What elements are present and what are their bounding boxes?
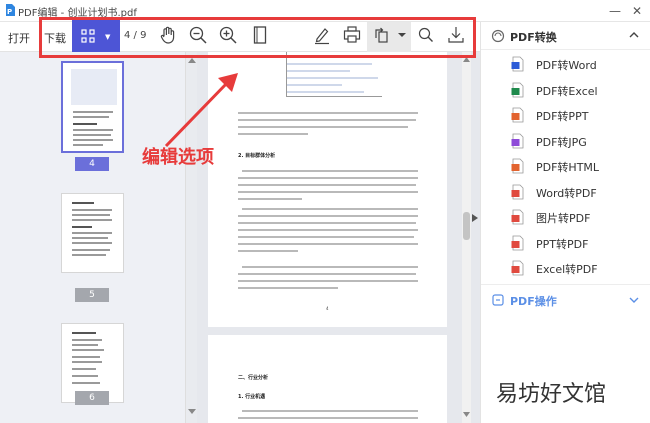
section-title: 二、行业分析	[238, 375, 269, 381]
thumbnail-page-4[interactable]	[61, 61, 124, 153]
annotation-label: 编辑选项	[142, 147, 214, 168]
download-button[interactable]: 下载	[44, 30, 66, 46]
open-button[interactable]: 打开	[8, 30, 30, 46]
page-chart	[268, 52, 386, 102]
page-indicator: 4 / 9	[124, 30, 147, 41]
watermark-text: 易坊好文馆	[496, 382, 607, 407]
print-icon[interactable]	[341, 24, 363, 46]
file-format-icon	[511, 235, 524, 250]
app-logo-icon: P	[6, 4, 15, 16]
convert-item[interactable]: PDF转PPT	[481, 102, 650, 128]
panel-divider	[481, 284, 650, 285]
annotation-arrow-icon	[164, 73, 238, 148]
convert-item[interactable]: Excel转PDF	[481, 255, 650, 281]
thumbnail-view-button[interactable]: ▼	[72, 18, 120, 54]
pdf-convert-header[interactable]: PDF转换	[481, 22, 650, 50]
file-format-icon	[511, 209, 524, 225]
convert-item-label: 图片转PDF	[536, 212, 591, 225]
expand-panel-icon[interactable]	[472, 214, 478, 222]
zoom-out-icon[interactable]	[187, 24, 209, 46]
pdf-operations-header[interactable]: PDF操作	[481, 288, 650, 312]
svg-text:P: P	[7, 8, 12, 16]
collapse-down-icon	[188, 409, 196, 414]
document-scrollbar[interactable]	[462, 52, 471, 423]
document-page-5: 二、行业分析 1. 行业机遇	[208, 335, 447, 423]
thumbnail-chart-preview	[71, 69, 117, 105]
convert-item-label: PDF转Word	[536, 59, 597, 72]
chevron-up-icon	[629, 32, 639, 38]
convert-item-label: PPT转PDF	[536, 237, 589, 251]
thumbnail-page-number: 5	[75, 288, 109, 302]
file-format-icon	[511, 133, 524, 148]
thumbnail-page-number: 6	[75, 391, 109, 405]
operations-icon	[492, 294, 504, 306]
convert-item-label: PDF转PPT	[536, 110, 589, 123]
convert-item-label: PDF转HTML	[536, 161, 600, 174]
rotate-page-icon[interactable]	[370, 24, 392, 46]
close-button[interactable]: ✕	[628, 2, 646, 20]
convert-item[interactable]: PDF转HTML	[481, 153, 650, 179]
convert-item[interactable]: PPT转PDF	[481, 230, 650, 256]
convert-item-label: Word转PDF	[536, 186, 597, 200]
minimize-button[interactable]: —	[606, 2, 624, 20]
page-number: 4	[326, 306, 329, 311]
pdf-operations-label: PDF操作	[510, 295, 557, 308]
subsection-title: 1. 行业机遇	[238, 394, 266, 400]
convert-item[interactable]: PDF转Word	[481, 51, 650, 77]
window-title: PDF编辑 - 创业计划书.pdf	[18, 8, 137, 19]
chevron-down-icon[interactable]	[396, 24, 408, 46]
convert-item-label: PDF转JPG	[536, 135, 587, 149]
file-format-icon	[511, 56, 524, 72]
section-title: 2. 目标群体分析	[238, 153, 276, 159]
convert-item-label: PDF转Excel	[536, 84, 598, 98]
zoom-in-icon[interactable]	[217, 24, 239, 46]
convert-item-label: Excel转PDF	[536, 263, 598, 276]
hand-tool-icon[interactable]	[157, 24, 179, 46]
fit-page-icon[interactable]	[249, 24, 271, 46]
scroll-up-icon[interactable]	[463, 56, 470, 62]
scrollbar-thumb[interactable]	[463, 212, 470, 240]
signature-pen-icon[interactable]	[311, 24, 333, 46]
file-format-icon	[511, 107, 524, 123]
thumbnail-page-5[interactable]	[61, 193, 124, 273]
scroll-down-icon[interactable]	[463, 412, 470, 418]
file-format-icon	[511, 82, 524, 97]
convert-item[interactable]: Word转PDF	[481, 179, 650, 205]
chevron-down-icon	[629, 297, 639, 303]
download-icon[interactable]	[445, 24, 467, 46]
file-format-icon	[511, 184, 524, 199]
collapse-up-icon	[188, 58, 196, 63]
convert-item[interactable]: 图片转PDF	[481, 204, 650, 230]
document-page-4: 2. 目标群体分析 4	[208, 52, 447, 327]
convert-icon	[491, 29, 505, 43]
file-format-icon	[511, 158, 524, 174]
chevron-down-icon: ▼	[105, 33, 111, 41]
convert-item[interactable]: PDF转Excel	[481, 77, 650, 103]
file-format-icon	[511, 260, 524, 276]
grid-icon	[81, 29, 95, 43]
convert-item[interactable]: PDF转JPG	[481, 128, 650, 154]
pdf-convert-label: PDF转换	[510, 31, 557, 44]
thumbnail-page-number: 4	[75, 157, 109, 171]
search-icon[interactable]	[415, 24, 437, 46]
conversion-panel: PDF转换 PDF转Word PDF转Excel PDF转PPT PDF转JPG PDF…	[480, 22, 650, 423]
